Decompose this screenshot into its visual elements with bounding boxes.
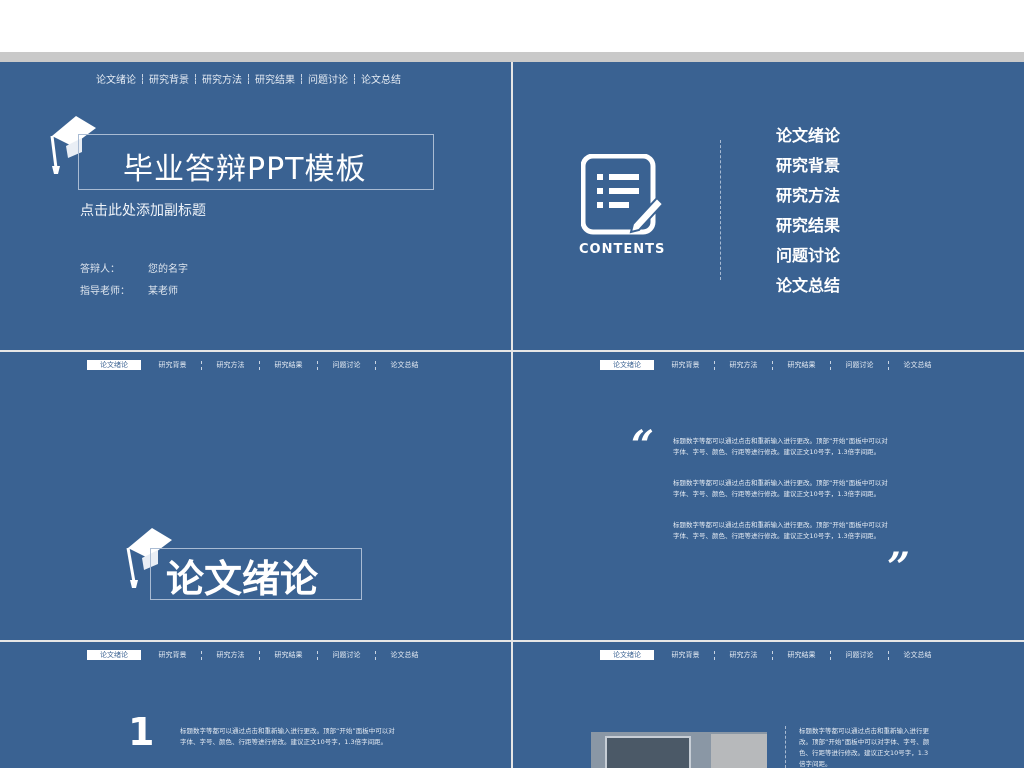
nav-item-active[interactable]: 论文绪论	[87, 360, 141, 370]
nav-item[interactable]: 研究结果	[249, 71, 301, 86]
nav-item[interactable]: 问题讨论	[302, 71, 354, 86]
nav-item[interactable]: 研究方法	[202, 360, 259, 370]
toc-item[interactable]: 研究背景	[776, 152, 840, 176]
nav-item[interactable]: 论文总结	[889, 360, 946, 370]
defender-row: 答辩人： 您的名字	[80, 260, 188, 275]
slide-contents[interactable]: CONTENTS 论文绪论 研究背景 研究方法 研究结果 问题讨论 论文总结	[513, 62, 1024, 350]
body-paragraph[interactable]: 标题数字等都可以通过点击和重新输入进行更改。顶部“开始”面板中可以对字体、字号、…	[673, 478, 893, 500]
slide-nav: 论文绪论 研究背景 研究方法 研究结果 问题讨论 论文总结	[600, 650, 946, 660]
advisor-row: 指导老师： 某老师	[80, 282, 178, 297]
slide-nav: 论文绪论 研究背景 研究方法 研究结果 问题讨论 论文总结	[87, 360, 433, 370]
nav-item[interactable]: 研究方法	[715, 650, 772, 660]
nav-item[interactable]: 研究方法	[202, 650, 259, 660]
nav-item[interactable]: 问题讨论	[318, 650, 375, 660]
nav-item[interactable]: 问题讨论	[831, 360, 888, 370]
nav-item-active[interactable]: 论文绪论	[600, 650, 654, 660]
body-paragraph[interactable]: 标题数字等都可以通过点击和重新输入进行更改。顶部“开始”面板中可以对字体、字号、…	[180, 726, 400, 748]
nav-item-active[interactable]: 论文绪论	[600, 360, 654, 370]
nav-item[interactable]: 问题讨论	[831, 650, 888, 660]
contents-divider	[720, 140, 721, 280]
body-paragraph[interactable]: 标题数字等都可以通过点击和重新输入进行更改。顶部“开始”面板中可以对字体、字号、…	[673, 520, 893, 542]
nav-item[interactable]: 研究背景	[143, 71, 195, 86]
slide-image-text[interactable]: 论文绪论 研究背景 研究方法 研究结果 问题讨论 论文总结 标题数字等都可以通过…	[513, 642, 1024, 768]
laptop-photo[interactable]	[591, 732, 767, 768]
body-paragraph[interactable]: 标题数字等都可以通过点击和重新输入进行更改。顶部“开始”面板中可以对字体、字号、…	[799, 726, 934, 768]
slide-nav: 论文绪论 研究背景 研究方法 研究结果 问题讨论 论文总结	[90, 71, 407, 86]
defender-label: 答辩人：	[80, 264, 120, 275]
photo-cloth	[711, 734, 767, 768]
nav-item[interactable]: 论文总结	[889, 650, 946, 660]
slide-cover[interactable]: 论文绪论 研究背景 研究方法 研究结果 问题讨论 论文总结 毕业答辩PPT模板 …	[0, 62, 511, 350]
nav-item[interactable]: 研究背景	[657, 360, 714, 370]
open-quote-mark: “	[631, 422, 655, 469]
nav-item[interactable]: 研究结果	[260, 360, 317, 370]
contents-label: CONTENTS	[579, 242, 666, 257]
body-paragraph[interactable]: 标题数字等都可以通过点击和重新输入进行更改。顶部“开始”面板中可以对字体、字号、…	[673, 436, 893, 458]
nav-item[interactable]: 研究方法	[196, 71, 248, 86]
toc-item[interactable]: 研究方法	[776, 182, 840, 206]
slide-point-one[interactable]: 论文绪论 研究背景 研究方法 研究结果 问题讨论 论文总结 1 标题数字等都可以…	[0, 642, 511, 768]
slide-title[interactable]: 毕业答辩PPT模板	[123, 144, 367, 188]
toc-item[interactable]: 论文绪论	[776, 122, 840, 146]
toc-item[interactable]: 论文总结	[776, 272, 840, 296]
slide-nav: 论文绪论 研究背景 研究方法 研究结果 问题讨论 论文总结	[87, 650, 433, 660]
point-number[interactable]: 1	[128, 710, 154, 754]
advisor-value[interactable]: 某老师	[148, 282, 178, 297]
nav-item[interactable]: 研究方法	[715, 360, 772, 370]
nav-item[interactable]: 论文总结	[376, 360, 433, 370]
text-divider	[785, 726, 786, 768]
nav-item[interactable]: 论文总结	[355, 71, 407, 86]
document-edit-icon	[581, 154, 665, 235]
slide-nav: 论文绪论 研究背景 研究方法 研究结果 问题讨论 论文总结	[600, 360, 946, 370]
close-quote-mark: ”	[887, 544, 911, 591]
nav-item[interactable]: 论文绪论	[90, 71, 142, 86]
nav-item[interactable]: 研究背景	[144, 360, 201, 370]
top-bar	[0, 0, 1024, 52]
nav-item[interactable]: 研究背景	[144, 650, 201, 660]
toc-item[interactable]: 问题讨论	[776, 242, 840, 266]
slide-grid: 论文绪论 研究背景 研究方法 研究结果 问题讨论 论文总结 毕业答辩PPT模板 …	[0, 62, 1024, 768]
advisor-label: 指导老师：	[80, 286, 130, 297]
defender-value[interactable]: 您的名字	[148, 260, 188, 275]
nav-item[interactable]: 论文总结	[376, 650, 433, 660]
section-title[interactable]: 论文绪论	[166, 548, 318, 603]
slide-quote[interactable]: 论文绪论 研究背景 研究方法 研究结果 问题讨论 论文总结 “ 标题数字等都可以…	[513, 352, 1024, 640]
top-divider	[0, 52, 1024, 62]
nav-item[interactable]: 研究背景	[657, 650, 714, 660]
nav-item[interactable]: 问题讨论	[318, 360, 375, 370]
toc-item[interactable]: 研究结果	[776, 212, 840, 236]
nav-item-active[interactable]: 论文绪论	[87, 650, 141, 660]
laptop-screen	[605, 736, 691, 768]
slide-subtitle[interactable]: 点击此处添加副标题	[80, 200, 206, 220]
nav-item[interactable]: 研究结果	[773, 650, 830, 660]
slide-section-intro[interactable]: 论文绪论 研究背景 研究方法 研究结果 问题讨论 论文总结 论文绪论	[0, 352, 511, 640]
nav-item[interactable]: 研究结果	[260, 650, 317, 660]
nav-item[interactable]: 研究结果	[773, 360, 830, 370]
